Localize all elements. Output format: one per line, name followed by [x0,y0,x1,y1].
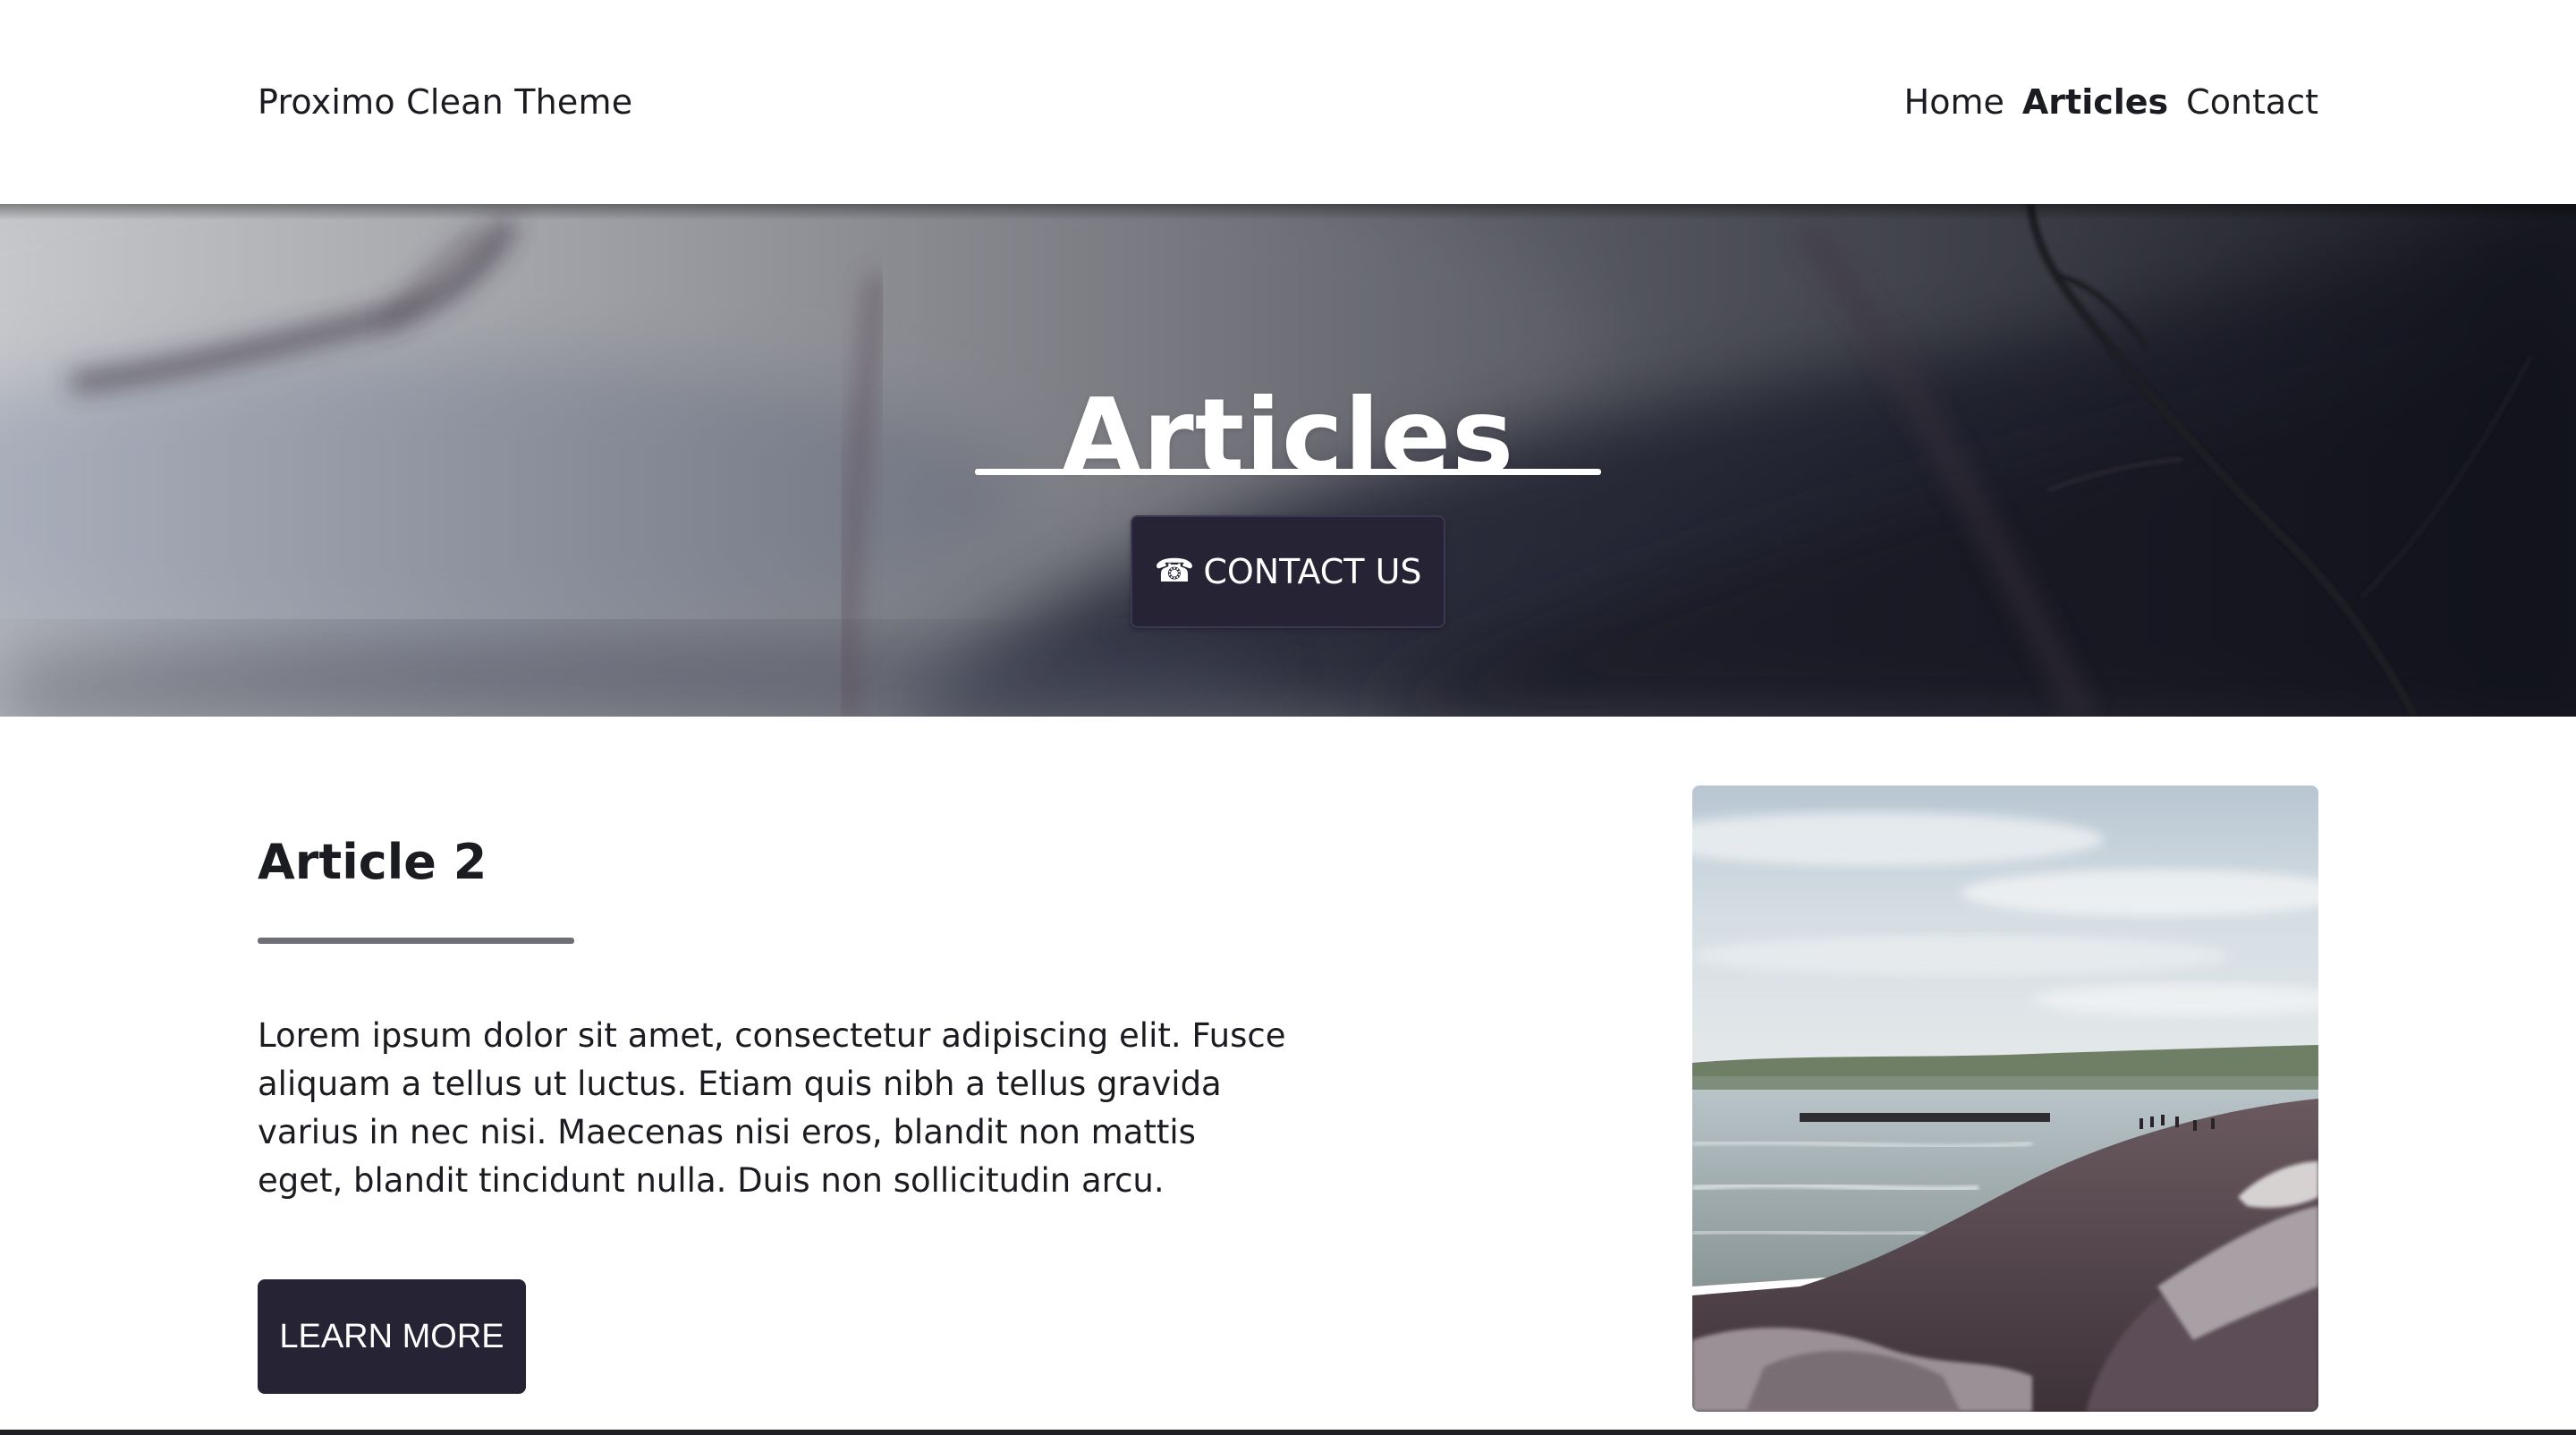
beach-photo [1692,785,2318,1412]
contact-us-button[interactable]: ☎ CONTACT US [1131,515,1445,628]
hero-banner: Articles ☎ CONTACT US [0,204,2576,717]
main-nav: Home Articles Contact [1904,79,2318,125]
site-header: Proximo Clean Theme Home Articles Contac… [0,0,2576,204]
title-underline [975,469,1601,475]
article-body: Lorem ipsum dolor sit amet, consectetur … [258,1016,1286,1200]
page-title: Articles [1061,376,1515,497]
nav-link-home[interactable]: Home [1904,79,2004,125]
phone-icon: ☎ [1154,553,1195,590]
learn-more-button[interactable]: LEARN MORE [258,1279,526,1394]
nav-link-contact[interactable]: Contact [2186,79,2318,125]
contact-us-label: CONTACT US [1203,552,1422,591]
header-shadow [0,204,2576,220]
site-brand[interactable]: Proximo Clean Theme [258,79,632,125]
article-image [1692,785,2318,1412]
article-title: Article 2 [258,834,487,890]
article-title-underline [258,938,574,944]
page-bottom-edge [0,1430,2576,1435]
nav-link-articles[interactable]: Articles [2022,79,2168,125]
